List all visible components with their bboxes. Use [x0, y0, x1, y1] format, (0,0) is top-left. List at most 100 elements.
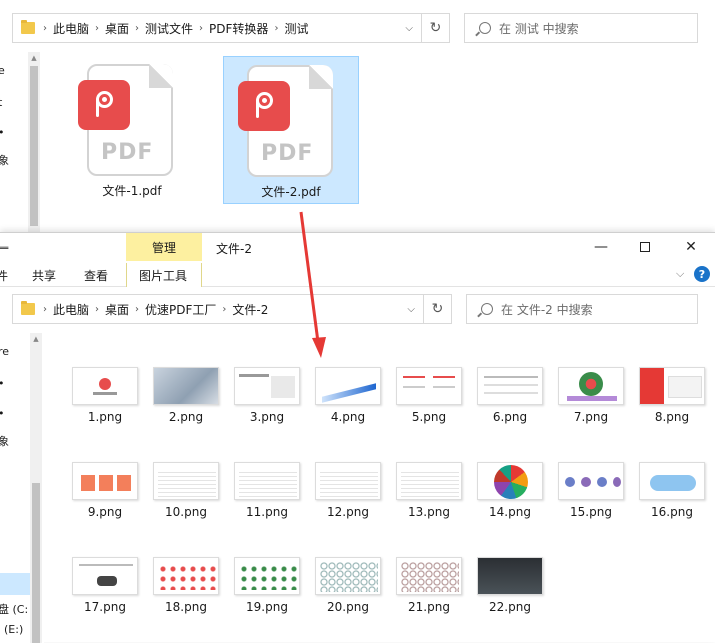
address-bar[interactable]: › 此电脑 › 桌面 › 优速PDF工厂 › 文件-2 ⌵: [12, 294, 424, 324]
nav-item[interactable]: •: [0, 126, 5, 139]
nav-item[interactable]: 象: [0, 152, 9, 168]
image-file-item[interactable]: 19.png: [232, 557, 302, 619]
nav-item-drive-c[interactable]: 盘 (C:: [0, 601, 28, 617]
file-name: 16.png: [651, 505, 693, 519]
breadcrumb-item[interactable]: 测试文件: [145, 20, 193, 37]
nav-scrollbar[interactable]: ▲: [30, 333, 42, 643]
breadcrumb-item[interactable]: 此电脑: [53, 301, 89, 318]
scroll-thumb[interactable]: [32, 483, 40, 643]
title-bar[interactable]: ᆖ 管理 文件-2 — ✕: [0, 233, 715, 263]
image-file-item[interactable]: 15.png: [556, 462, 626, 524]
image-thumbnail: [153, 367, 219, 405]
image-file-item[interactable]: 3.png: [232, 367, 302, 429]
scroll-up-icon[interactable]: ▲: [28, 52, 40, 64]
image-file-item[interactable]: 16.png: [637, 462, 707, 524]
pdf-label: PDF: [101, 140, 154, 165]
scroll-up-icon[interactable]: ▲: [30, 333, 42, 345]
refresh-icon: ↻: [431, 301, 444, 317]
nav-item[interactable]: re: [0, 345, 9, 358]
nav-item[interactable]: t: [0, 96, 2, 109]
search-placeholder: 在 文件-2 中搜索: [501, 302, 593, 317]
minimize-button[interactable]: —: [584, 233, 618, 261]
image-thumbnail: [234, 557, 300, 595]
image-thumbnail: [396, 367, 462, 405]
image-thumbnail: [72, 462, 138, 500]
chevron-right-icon: ›: [135, 303, 140, 315]
image-file-item[interactable]: 20.png: [313, 557, 383, 619]
breadcrumb-item[interactable]: 桌面: [105, 20, 129, 37]
file-name: 2.png: [168, 410, 204, 424]
close-button[interactable]: ✕: [674, 233, 708, 261]
image-thumbnail: [477, 462, 543, 500]
breadcrumb-item[interactable]: 文件-2: [232, 301, 268, 318]
nav-item[interactable]: •: [0, 407, 5, 420]
image-file-item[interactable]: 6.png: [475, 367, 545, 429]
tab-view[interactable]: 查看: [84, 267, 108, 284]
breadcrumb-item[interactable]: 测试: [284, 20, 308, 37]
close-icon: ✕: [685, 239, 697, 255]
image-thumbnail: [477, 367, 543, 405]
breadcrumb-item[interactable]: 桌面: [105, 301, 129, 318]
nav-scrollbar[interactable]: ▲: [28, 52, 40, 232]
image-file-item[interactable]: 5.png: [394, 367, 464, 429]
file-item[interactable]: PDF 文件-1.pdf: [64, 56, 200, 204]
chevron-down-icon[interactable]: ⌵: [405, 23, 413, 34]
image-thumbnail: [315, 367, 381, 405]
image-file-item[interactable]: 10.png: [151, 462, 221, 524]
image-file-item[interactable]: 22.png: [475, 557, 545, 619]
image-file-item[interactable]: 18.png: [151, 557, 221, 619]
image-file-item[interactable]: 1.png: [70, 367, 140, 429]
image-file-item[interactable]: 9.png: [70, 462, 140, 524]
search-icon: [479, 22, 491, 34]
tab-picture-tools[interactable]: 图片工具: [126, 263, 202, 287]
file-name: 17.png: [84, 600, 126, 614]
pdf-file-icon: PDF: [78, 64, 173, 176]
context-tab-header[interactable]: 管理: [126, 233, 202, 261]
maximize-icon: [640, 242, 650, 252]
image-file-item[interactable]: 4.png: [313, 367, 383, 429]
search-input[interactable]: 在 测试 中搜索: [464, 13, 698, 43]
help-icon[interactable]: ?: [694, 266, 710, 282]
image-file-item[interactable]: 13.png: [394, 462, 464, 524]
file-name: 15.png: [570, 505, 612, 519]
image-file-item[interactable]: 17.png: [70, 557, 140, 619]
breadcrumb-item[interactable]: 优速PDF工厂: [145, 301, 216, 318]
image-thumbnail: [558, 367, 624, 405]
tab-file[interactable]: 件: [0, 267, 8, 284]
image-file-item[interactable]: 8.png: [637, 367, 707, 429]
image-file-item[interactable]: 11.png: [232, 462, 302, 524]
nav-item-selected[interactable]: [0, 573, 30, 595]
image-file-item[interactable]: 21.png: [394, 557, 464, 619]
chevron-down-icon[interactable]: ⌵: [407, 304, 415, 315]
ribbon-tabs: 件 共享 查看 图片工具 ⌵ ?: [0, 263, 715, 287]
nav-item-drive-e[interactable]: (E:): [4, 623, 23, 636]
image-file-item[interactable]: 12.png: [313, 462, 383, 524]
maximize-button[interactable]: [628, 233, 662, 261]
nav-item[interactable]: •: [0, 377, 5, 390]
refresh-button[interactable]: ↻: [424, 294, 452, 324]
image-thumbnail: [315, 462, 381, 500]
breadcrumb-item[interactable]: 此电脑: [53, 20, 89, 37]
image-thumbnail: [477, 557, 543, 595]
search-input[interactable]: 在 文件-2 中搜索: [466, 294, 698, 324]
chevron-down-icon[interactable]: ⌵: [676, 267, 684, 281]
image-file-item[interactable]: 7.png: [556, 367, 626, 429]
nav-item[interactable]: 象: [0, 433, 9, 449]
file-name: 文件-2.pdf: [261, 185, 321, 199]
file-item-selected[interactable]: PDF 文件-2.pdf: [223, 56, 359, 204]
tab-share[interactable]: 共享: [32, 267, 56, 284]
title-fragment: ᆖ: [0, 241, 10, 255]
image-thumbnail: [396, 462, 462, 500]
scroll-thumb[interactable]: [30, 66, 38, 226]
refresh-button[interactable]: ↻: [422, 13, 450, 43]
chevron-right-icon: ›: [274, 22, 279, 34]
file-name: 5.png: [411, 410, 447, 424]
file-name: 10.png: [165, 505, 207, 519]
nav-item[interactable]: e: [0, 64, 5, 77]
file-name: 18.png: [165, 600, 207, 614]
image-file-item[interactable]: 14.png: [475, 462, 545, 524]
file-name: 12.png: [327, 505, 369, 519]
image-file-item[interactable]: 2.png: [151, 367, 221, 429]
breadcrumb-item[interactable]: PDF转换器: [209, 20, 268, 37]
address-bar[interactable]: › 此电脑 › 桌面 › 测试文件 › PDF转换器 › 测试 ⌵: [12, 13, 422, 43]
